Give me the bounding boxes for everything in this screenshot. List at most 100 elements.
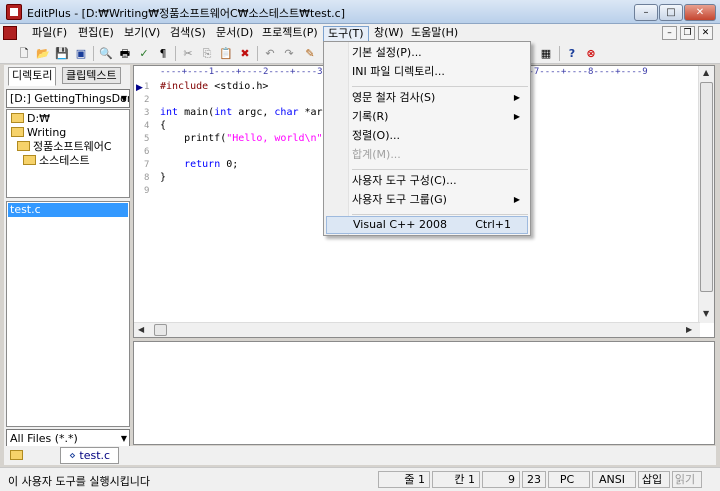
line-number: 4 (144, 121, 150, 131)
open-folder-icon[interactable]: 📂 (35, 46, 51, 61)
tab-test-c[interactable]: ⋄ test.c (60, 447, 120, 464)
submenu-arrow-icon: ▶ (513, 195, 520, 204)
menu-item-sum[interactable]: 합계(M)... (326, 146, 528, 164)
line-number: 1 (144, 82, 150, 92)
code-line: printf("Hello, world\n" (160, 133, 323, 144)
spell-check-icon[interactable]: ✓ (136, 46, 152, 61)
save-all-icon[interactable]: ▣ (73, 46, 89, 61)
menu-item-sort[interactable]: 정렬(O)... (326, 127, 528, 145)
line-number: 3 (144, 108, 150, 118)
status-eol[interactable]: PC (548, 471, 590, 488)
tree-item-software-c[interactable]: 정품소프트웨어C (17, 140, 112, 154)
title-bar[interactable]: EditPlus - [D:₩Writing₩정품소프트웨어C₩소스테스트₩te… (0, 0, 720, 24)
left-panel: 디렉토리 클립텍스트 [D:] GettingThingsDor ▼ D:₩ W… (4, 65, 130, 465)
tab-directory[interactable]: 디렉토리 (8, 67, 57, 86)
document-close-button[interactable]: ✕ (698, 26, 713, 40)
menu-item-configure-user-tools[interactable]: 사용자 도구 구성(C)... (326, 172, 528, 190)
scroll-down-icon[interactable]: ▼ (703, 309, 709, 318)
document-minimize-button[interactable]: – (662, 26, 677, 40)
paste-icon[interactable]: 📋 (218, 46, 234, 61)
scroll-right-icon[interactable]: ▶ (686, 325, 692, 334)
menu-item-preferences[interactable]: 기본 설정(P)... (326, 44, 528, 62)
document-restore-button[interactable]: ❐ (680, 26, 695, 40)
scroll-left-icon[interactable]: ◀ (138, 325, 144, 334)
status-column: 칸 1 (432, 471, 480, 488)
menu-item-user-tool-groups[interactable]: 사용자 도구 그룹(G) ▶ (326, 191, 528, 209)
drive-select[interactable]: [D:] GettingThingsDor ▼ (6, 89, 130, 108)
minimize-button[interactable]: – (634, 4, 658, 21)
folder-open-icon (23, 155, 36, 165)
line-number: 7 (144, 160, 150, 170)
status-line: 줄 1 (378, 471, 430, 488)
menu-help[interactable]: 도움말(H) (407, 26, 462, 42)
scroll-up-icon[interactable]: ▲ (703, 68, 709, 77)
menu-file[interactable]: 파일(F) (28, 26, 71, 42)
tools-dropdown-menu: 기본 설정(P)... INI 파일 디렉토리... 영문 철자 검사(S) ▶ … (323, 41, 531, 236)
redo-icon[interactable]: ↷ (281, 46, 297, 61)
submenu-arrow-icon: ▶ (513, 112, 520, 121)
save-icon[interactable]: 💾 (54, 46, 70, 61)
menu-search[interactable]: 검색(S) (166, 26, 210, 42)
menu-edit[interactable]: 편집(E) (74, 26, 118, 42)
vertical-scrollbar[interactable]: ▲ ▼ (698, 66, 714, 323)
find-icon[interactable]: ✎ (302, 46, 318, 61)
close-button[interactable]: ✕ (684, 4, 716, 21)
tree-item-drive[interactable]: D:₩ (11, 112, 50, 126)
file-list[interactable]: test.c (6, 201, 130, 427)
status-message: 이 사용자 도구를 실행시킵니다 (8, 475, 151, 488)
menu-view[interactable]: 보기(V) (120, 26, 164, 42)
run-tool-icon[interactable]: ▦ (538, 46, 554, 61)
list-item[interactable]: test.c (8, 203, 128, 217)
tab-cliptext[interactable]: 클립텍스트 (62, 67, 121, 84)
menu-window[interactable]: 창(W) (370, 26, 408, 42)
menu-item-ini-directory[interactable]: INI 파일 디렉토리... (326, 63, 528, 81)
chevron-down-icon: ▼ (120, 434, 127, 443)
print-preview-icon[interactable]: 🔍 (98, 46, 114, 61)
line-number-gutter: ▶ 1 2 3 4 5 6 7 8 9 (134, 79, 158, 324)
print-icon[interactable]: 🖶 (117, 46, 133, 61)
current-line-marker-icon: ▶ (136, 83, 143, 93)
folder-icon (11, 127, 24, 137)
horizontal-scroll-thumb[interactable] (154, 324, 167, 336)
new-file-icon[interactable]: 🗋 (16, 46, 32, 61)
word-count-icon[interactable]: ¶ (155, 46, 171, 61)
cut-icon[interactable]: ✂ (180, 46, 196, 61)
code-line: #include <stdio.h> (160, 81, 269, 92)
output-window[interactable] (133, 341, 715, 445)
code-line: { (160, 120, 167, 131)
folder-icon (11, 113, 24, 123)
line-number: 5 (144, 134, 150, 144)
copy-icon[interactable]: ⎘ (199, 46, 215, 61)
status-chars: 23 (522, 471, 546, 488)
delete-icon[interactable]: ✖ (237, 46, 253, 61)
line-number: 6 (144, 147, 150, 157)
shortcut-label: Ctrl+1 (475, 218, 511, 231)
help-icon[interactable]: ? (564, 46, 580, 61)
folder-icon[interactable] (10, 450, 23, 460)
tree-item-writing[interactable]: Writing (11, 126, 66, 140)
tree-item-source-test[interactable]: 소스테스트 (23, 154, 90, 168)
line-number: 8 (144, 173, 150, 183)
menu-document[interactable]: 문서(D) (212, 26, 257, 42)
vertical-scroll-thumb[interactable] (700, 82, 713, 292)
submenu-arrow-icon: ▶ (513, 93, 520, 102)
folder-icon (17, 141, 30, 151)
directory-tree[interactable]: D:₩ Writing 정품소프트웨어C 소스테스트 (6, 109, 130, 198)
maximize-button[interactable]: □ (659, 4, 683, 21)
horizontal-scrollbar[interactable]: ◀ ▶ (134, 322, 700, 337)
menu-project[interactable]: 프로젝트(P) (258, 26, 322, 42)
menu-item-spell-check[interactable]: 영문 철자 검사(S) ▶ (326, 89, 528, 107)
document-tab-bar: ⋄ test.c (4, 446, 716, 465)
code-line: return 0; (184, 159, 239, 170)
document-system-icon[interactable] (3, 26, 17, 40)
undo-icon[interactable]: ↶ (262, 46, 278, 61)
editplus-app-icon[interactable] (6, 4, 22, 20)
menu-item-visual-cpp-2008[interactable]: Visual C++ 2008 Ctrl+1 (326, 216, 528, 234)
status-insert-mode[interactable]: 삽입 (638, 471, 670, 488)
menu-tools[interactable]: 도구(T) (323, 26, 369, 42)
menu-item-record[interactable]: 기록(R) ▶ (326, 108, 528, 126)
status-encoding[interactable]: ANSI (592, 471, 636, 488)
window-title: EditPlus - [D:₩Writing₩정품소프트웨어C₩소스테스트₩te… (27, 7, 345, 20)
stop-icon[interactable]: ⊗ (583, 46, 599, 61)
status-readonly[interactable]: 읽기 (672, 471, 702, 488)
